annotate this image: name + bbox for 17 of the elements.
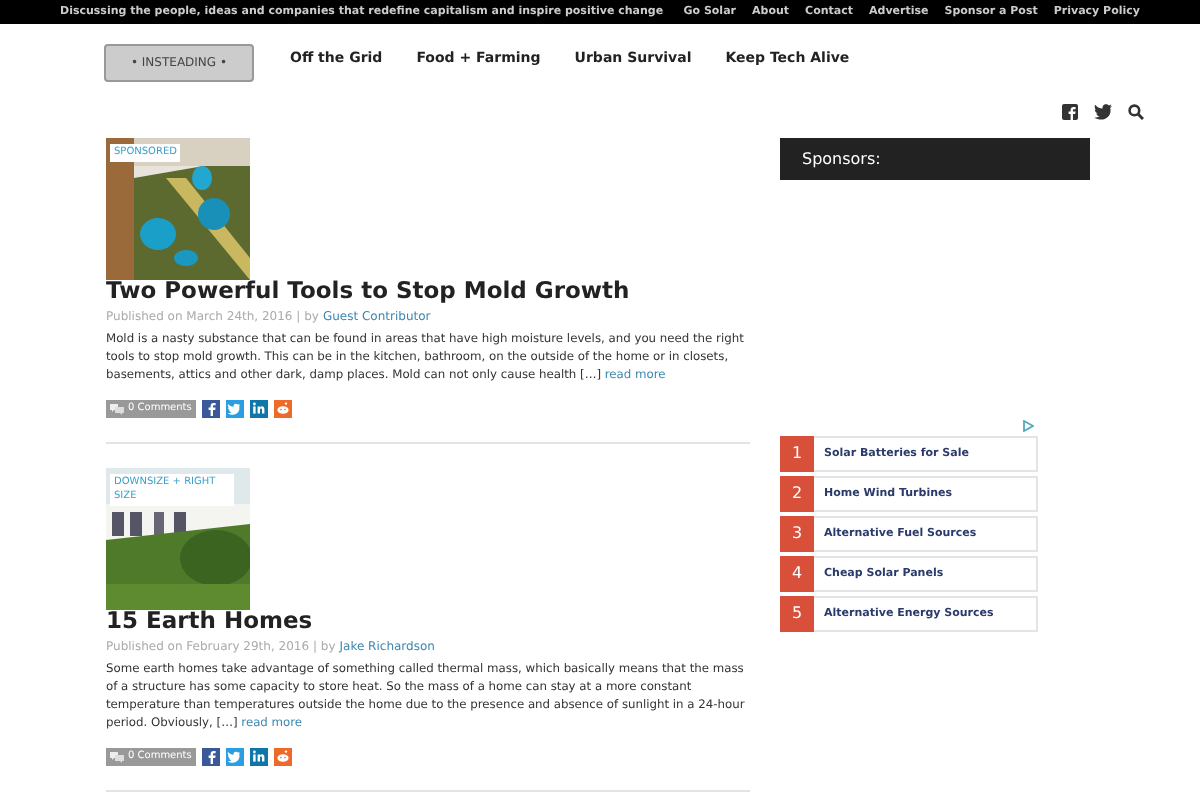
speech-bubbles-icon	[110, 751, 124, 763]
twitter-icon[interactable]	[1094, 104, 1112, 120]
speech-bubbles-icon	[110, 403, 124, 415]
reddit-share-icon[interactable]	[274, 748, 292, 766]
facebook-icon[interactable]	[1062, 104, 1078, 120]
reddit-share-icon[interactable]	[274, 400, 292, 418]
ad-choices-icon[interactable]	[1022, 420, 1034, 432]
search-icon[interactable]	[1128, 104, 1144, 120]
linkedin-share-icon[interactable]	[250, 400, 268, 418]
sidebar-heading: Sponsors:	[780, 138, 1090, 180]
facebook-share-icon[interactable]	[202, 400, 220, 418]
twitter-share-icon[interactable]	[226, 748, 244, 766]
post-title[interactable]: 15 Earth Homes	[106, 608, 750, 634]
twitter-share-icon[interactable]	[226, 400, 244, 418]
linkedin-share-icon[interactable]	[250, 748, 268, 766]
post-title[interactable]: Two Powerful Tools to Stop Mold Growth	[106, 278, 750, 304]
facebook-share-icon[interactable]	[202, 748, 220, 766]
